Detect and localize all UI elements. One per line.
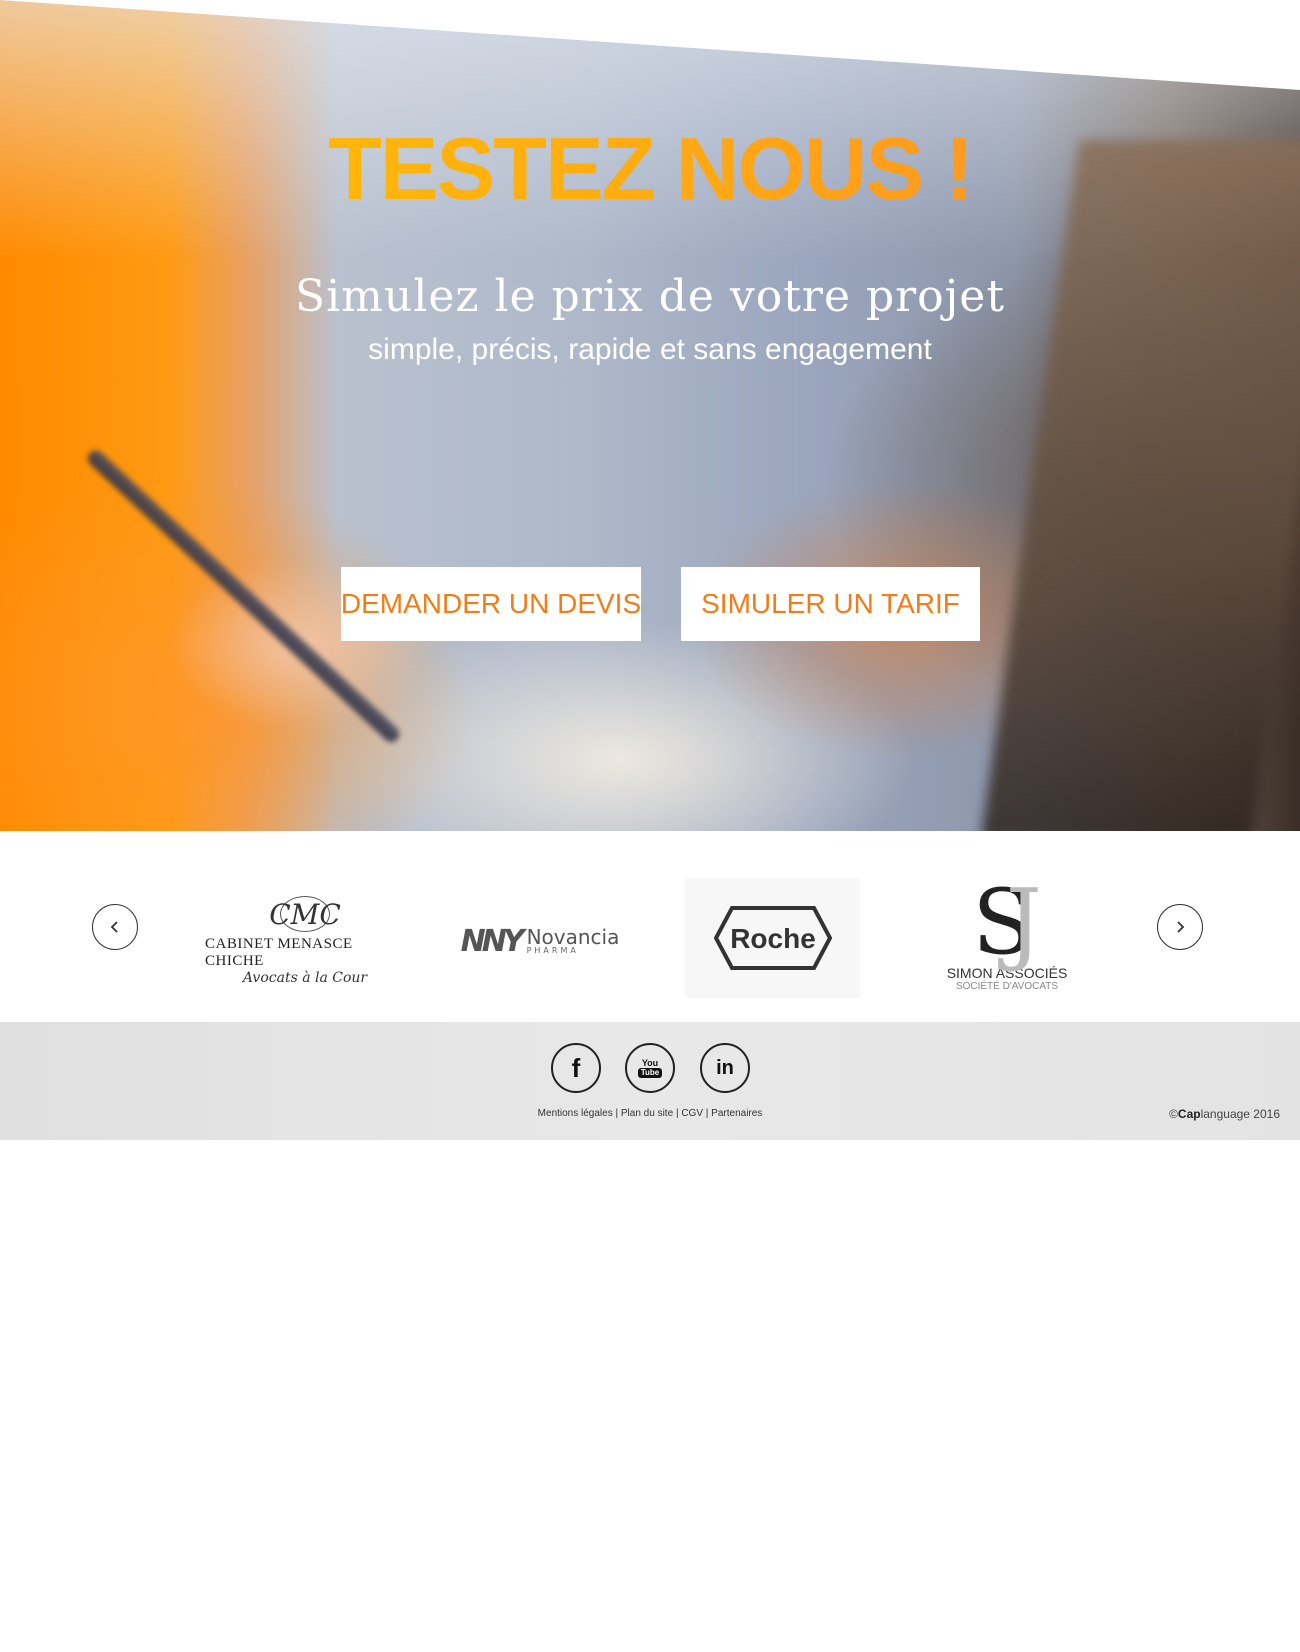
- footer: f You Tube in Mentions légales | Plan du…: [0, 1022, 1300, 1140]
- youtube-glyph-bottom: Tube: [637, 1067, 663, 1078]
- simulate-price-button[interactable]: SIMULER UN TARIF: [681, 567, 980, 641]
- roche-name: Roche: [730, 923, 816, 954]
- youtube-glyph-top: You: [641, 1057, 659, 1068]
- linkedin-glyph: in: [716, 1056, 734, 1079]
- request-quote-button[interactable]: DEMANDER UN DEVIS: [341, 567, 641, 641]
- hero-headline: TESTEZ NOUS !: [0, 118, 1300, 220]
- linkedin-icon[interactable]: in: [700, 1043, 750, 1093]
- chevron-left-icon: [110, 921, 118, 933]
- novancia-mark: NNY: [460, 923, 525, 959]
- footer-links: Mentions légales | Plan du site | CGV | …: [0, 1108, 1300, 1119]
- partner-logos-carousel: CMC CABINET MENASCE CHICHE Avocats à la …: [0, 831, 1300, 1022]
- logo-novancia-pharma: NNY Novancia PHARMA: [460, 921, 620, 961]
- carousel-prev-button[interactable]: [92, 904, 138, 950]
- link-cgv[interactable]: CGV: [681, 1108, 703, 1119]
- hero-subtitle: Simulez le prix de votre projet: [294, 271, 1006, 322]
- cmc-name: CABINET MENASCE CHICHE: [205, 936, 353, 969]
- logo-simon-associes: SJ SIMON ASSOCIÉS SOCIÉTÉ D'AVOCATS: [945, 876, 1069, 998]
- cmc-monogram: CMC: [269, 896, 341, 932]
- youtube-icon[interactable]: You Tube: [625, 1043, 675, 1093]
- hero-banner: TESTEZ NOUS ! Simulez le prix de votre p…: [0, 0, 1300, 831]
- cmc-subtitle: Avocats à la Cour: [242, 970, 368, 986]
- facebook-icon[interactable]: f: [551, 1043, 601, 1093]
- simon-monogram: SJ: [972, 870, 1042, 975]
- link-separator: |: [675, 1108, 679, 1119]
- facebook-glyph: f: [571, 1052, 581, 1083]
- copyright-brand: Cap: [1177, 1107, 1201, 1121]
- link-mentions-legales[interactable]: Mentions légales: [538, 1108, 613, 1119]
- copyright: ©Caplanguage 2016: [1169, 1107, 1280, 1121]
- hero-tagline: simple, précis, rapide et sans engagemen…: [368, 333, 932, 366]
- chevron-right-icon: [1177, 921, 1185, 933]
- logo-cabinet-menasce-chiche: CMC CABINET MENASCE CHICHE Avocats à la …: [205, 896, 405, 986]
- link-plan-du-site[interactable]: Plan du site: [621, 1108, 673, 1119]
- carousel-next-button[interactable]: [1157, 904, 1203, 950]
- simon-subtitle: SOCIÉTÉ D'AVOCATS: [955, 981, 1059, 992]
- logo-roche: Roche: [685, 878, 860, 998]
- copyright-text: language 2016: [1200, 1107, 1280, 1121]
- link-separator: |: [705, 1108, 709, 1119]
- copyright-symbol: ©: [1169, 1107, 1178, 1121]
- roche-hexagon-logo: Roche: [713, 906, 832, 970]
- link-separator: |: [615, 1108, 619, 1119]
- novancia-name: Novancia: [526, 925, 620, 949]
- link-partenaires[interactable]: Partenaires: [711, 1108, 762, 1119]
